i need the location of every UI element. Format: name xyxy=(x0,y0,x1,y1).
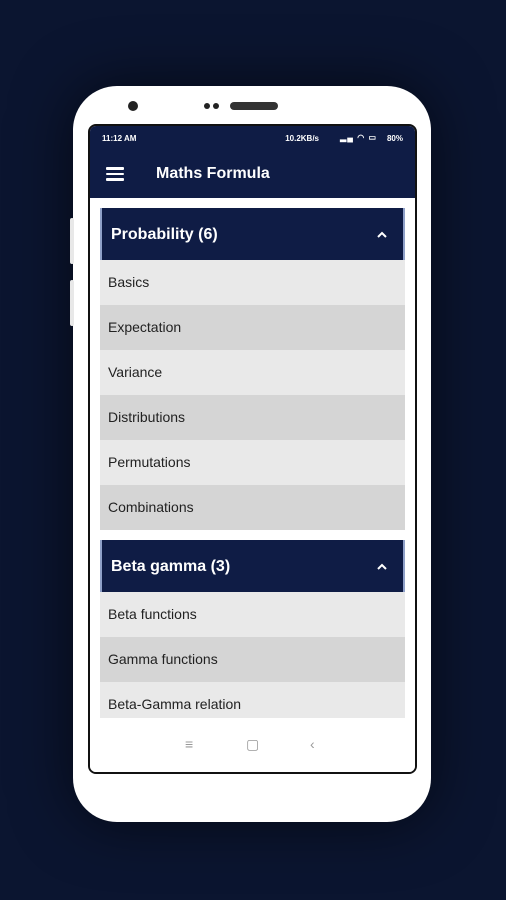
battery-icon: ▭ xyxy=(368,133,377,142)
volume-button xyxy=(70,218,74,264)
chevron-up-icon xyxy=(377,231,387,238)
status-bar: 11:12 AM 10.2KB/s ▂▄ ◠ ▭ 80% xyxy=(90,126,415,150)
list-item[interactable]: Combinations xyxy=(100,485,405,530)
system-nav-bar: ≡ ▢ ‹ xyxy=(90,718,415,772)
screen: 11:12 AM 10.2KB/s ▂▄ ◠ ▭ 80% Maths Formu… xyxy=(88,124,417,774)
list-item[interactable]: Distributions xyxy=(100,395,405,440)
proximity-sensor xyxy=(204,103,210,109)
power-button xyxy=(70,280,74,326)
wifi-icon: ◠ xyxy=(357,133,366,142)
list-item[interactable]: Expectation xyxy=(100,305,405,350)
front-camera xyxy=(128,101,138,111)
list-item[interactable]: Permutations xyxy=(100,440,405,485)
page-title: Maths Formula xyxy=(156,165,270,182)
section-header-probability[interactable]: Probability (6) xyxy=(100,208,405,260)
status-time: 11:12 AM xyxy=(102,134,137,143)
section-probability: Probability (6) Basics Expectation Varia… xyxy=(100,208,405,530)
list-item[interactable]: Variance xyxy=(100,350,405,395)
app-bar: Maths Formula xyxy=(90,150,415,198)
earpiece-speaker xyxy=(230,102,278,110)
section-beta-gamma: Beta gamma (3) Beta functions Gamma func… xyxy=(100,540,405,727)
light-sensor xyxy=(213,103,219,109)
status-icons: ▂▄ ◠ ▭ xyxy=(340,133,377,142)
home-icon[interactable]: ▢ xyxy=(246,736,259,753)
back-icon[interactable]: ‹ xyxy=(310,736,315,752)
list-item[interactable]: Beta functions xyxy=(100,592,405,637)
signal-icon: ▂▄ xyxy=(340,133,354,142)
list-item[interactable]: Basics xyxy=(100,260,405,305)
chevron-up-icon xyxy=(377,563,387,570)
hamburger-icon[interactable] xyxy=(106,167,124,181)
formula-list: Probability (6) Basics Expectation Varia… xyxy=(90,198,415,727)
battery-level: 80% xyxy=(386,134,403,143)
section-title: Beta gamma (3) xyxy=(111,558,231,575)
menu-icon[interactable]: ≡ xyxy=(185,736,193,752)
section-title: Probability (6) xyxy=(111,226,218,243)
section-header-beta-gamma[interactable]: Beta gamma (3) xyxy=(100,540,405,592)
network-speed: 10.2KB/s xyxy=(285,134,319,143)
list-item[interactable]: Gamma functions xyxy=(100,637,405,682)
